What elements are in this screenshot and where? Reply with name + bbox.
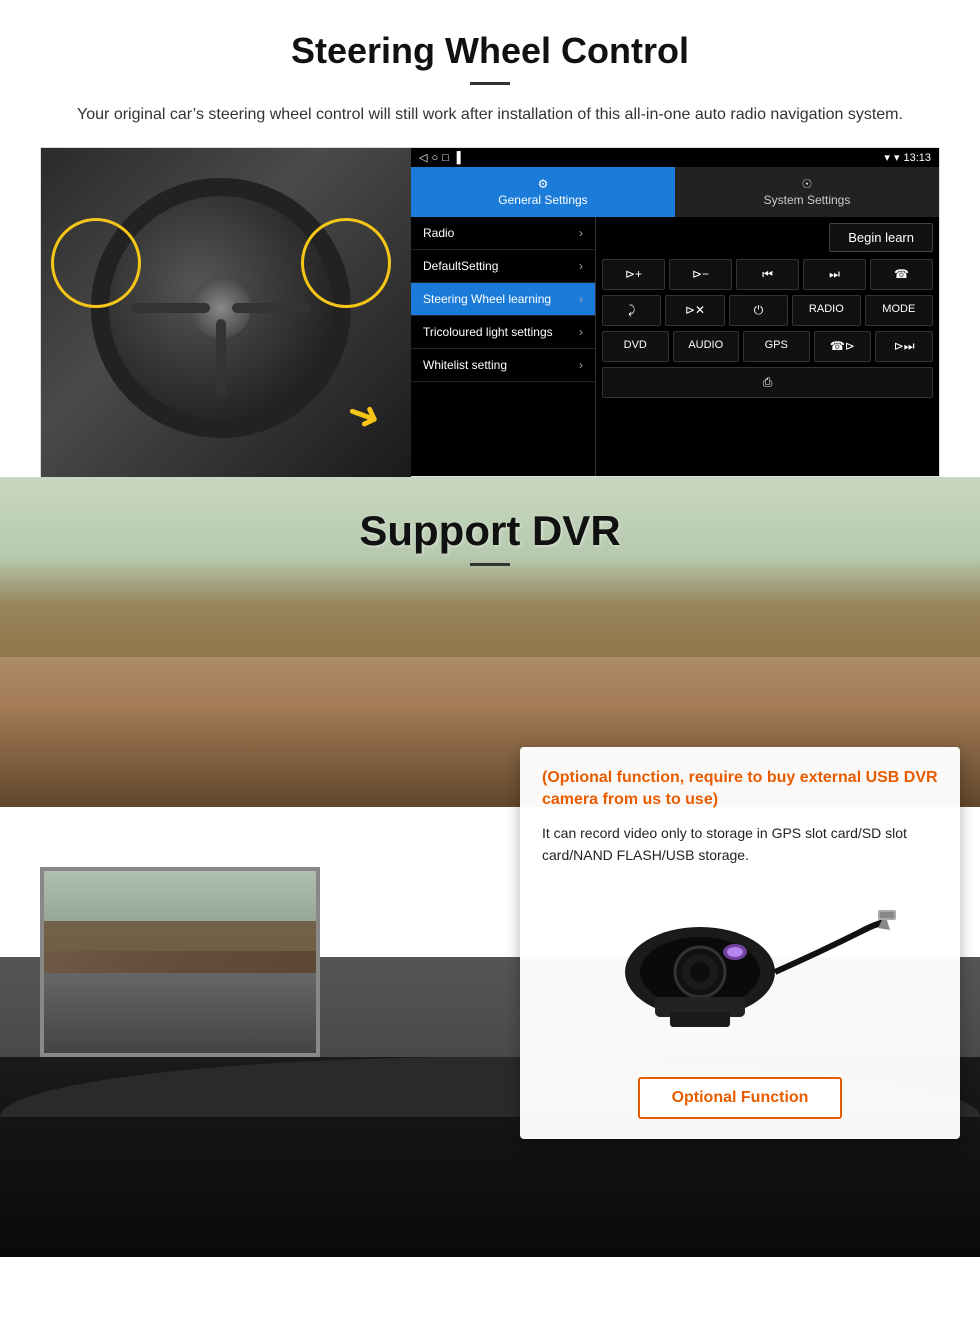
menu-default-setting[interactable]: DefaultSetting › bbox=[411, 250, 595, 283]
mute-button[interactable]: ⊳✕ bbox=[665, 295, 724, 326]
steering-controls-area: Begin learn ⊳+ ⊳− ⏮ ⏭ ☎ ⤸ ⊳✕ ⏻ bbox=[596, 217, 939, 476]
hangup-button[interactable]: ⤸ bbox=[602, 295, 661, 326]
tab-system-settings[interactable]: ☉ System Settings bbox=[675, 167, 939, 217]
dvr-info-card: (Optional function, require to buy exter… bbox=[520, 747, 960, 1139]
tab-general-label: General Settings bbox=[498, 193, 587, 207]
dvr-title-area: Support DVR bbox=[0, 477, 980, 576]
menu-whitelist[interactable]: Whitelist setting › bbox=[411, 349, 595, 382]
highlight-circle-right bbox=[301, 218, 391, 308]
control-row-3: DVD AUDIO GPS ☎⊳ ⊳⏭ bbox=[602, 331, 933, 362]
chevron-right-icon: › bbox=[579, 259, 583, 273]
arrow-indicator: ➜ bbox=[341, 388, 388, 443]
extra-button[interactable]: ⎙ bbox=[602, 367, 933, 398]
highlight-circle-left bbox=[51, 218, 141, 308]
steering-demo: ➜ ◁ ○ □ ▐ ▾ ▾ 13:13 ⚙ General Settings bbox=[40, 147, 940, 477]
dvr-divider bbox=[470, 563, 510, 566]
android-statusbar: ◁ ○ □ ▐ ▾ ▾ 13:13 bbox=[411, 148, 939, 167]
wheel-ring bbox=[91, 178, 351, 438]
optional-function-button[interactable]: Optional Function bbox=[638, 1077, 843, 1119]
menu-whitelist-label: Whitelist setting bbox=[423, 358, 507, 372]
nav-recent-icon: □ bbox=[442, 152, 449, 164]
phone-next-button[interactable]: ⊳⏭ bbox=[875, 331, 933, 362]
android-menu: Radio › DefaultSetting › Steering Wheel … bbox=[411, 217, 939, 476]
wifi-icon: ▾ bbox=[894, 151, 900, 164]
dvr-title: Support DVR bbox=[0, 507, 980, 555]
title-divider bbox=[470, 82, 510, 85]
chevron-right-icon: › bbox=[579, 292, 583, 306]
gear-icon: ⚙ bbox=[538, 177, 549, 191]
chevron-right-icon: › bbox=[579, 226, 583, 240]
prev-button[interactable]: ⏮ bbox=[736, 259, 799, 290]
radio-button[interactable]: RADIO bbox=[792, 295, 860, 326]
begin-learn-button[interactable]: Begin learn bbox=[829, 223, 933, 252]
chevron-right-icon: › bbox=[579, 325, 583, 339]
control-row-1: ⊳+ ⊳− ⏮ ⏭ ☎ bbox=[602, 259, 933, 290]
nav-menu-icon: ▐ bbox=[453, 152, 461, 164]
dvr-camera-svg bbox=[580, 892, 900, 1052]
spoke-left bbox=[131, 303, 209, 313]
spoke-bottom bbox=[216, 319, 226, 397]
menu-tricoloured-label: Tricoloured light settings bbox=[423, 325, 553, 339]
menu-default-label: DefaultSetting bbox=[423, 259, 498, 273]
menu-radio[interactable]: Radio › bbox=[411, 217, 595, 250]
statusbar-time: 13:13 bbox=[903, 152, 931, 164]
page-title: Steering Wheel Control bbox=[40, 30, 940, 72]
spoke-right bbox=[232, 303, 310, 313]
chevron-right-icon: › bbox=[579, 358, 583, 372]
menu-steering-label: Steering Wheel learning bbox=[423, 292, 551, 306]
gps-button[interactable]: GPS bbox=[743, 331, 810, 362]
vol-up-button[interactable]: ⊳+ bbox=[602, 259, 665, 290]
android-ui-panel: ◁ ○ □ ▐ ▾ ▾ 13:13 ⚙ General Settings ☉ S… bbox=[411, 148, 939, 476]
next-button[interactable]: ⏭ bbox=[803, 259, 866, 290]
dvr-section: Support DVR (Optional function, require … bbox=[0, 477, 980, 1257]
system-icon: ☉ bbox=[802, 177, 813, 191]
dvr-description: It can record video only to storage in G… bbox=[542, 822, 938, 867]
signal-icon: ▾ bbox=[884, 151, 890, 164]
dvd-button[interactable]: DVD bbox=[602, 331, 669, 362]
power-button[interactable]: ⏻ bbox=[729, 295, 788, 326]
dvr-optional-text: (Optional function, require to buy exter… bbox=[542, 767, 938, 812]
menu-steering-wheel-learning[interactable]: Steering Wheel learning › bbox=[411, 283, 595, 316]
android-tabs: ⚙ General Settings ☉ System Settings bbox=[411, 167, 939, 217]
section-subtitle: Your original car’s steering wheel contr… bbox=[40, 103, 940, 127]
thumb-road bbox=[44, 973, 316, 1053]
tab-system-label: System Settings bbox=[764, 193, 851, 207]
nav-back-icon: ◁ bbox=[419, 151, 427, 164]
menu-tricoloured[interactable]: Tricoloured light settings › bbox=[411, 316, 595, 349]
audio-button[interactable]: AUDIO bbox=[673, 331, 740, 362]
phone-prev-button[interactable]: ☎⊳ bbox=[814, 331, 872, 362]
menu-radio-label: Radio bbox=[423, 226, 454, 240]
dvr-camera-image bbox=[542, 882, 938, 1062]
nav-home-icon: ○ bbox=[431, 152, 438, 164]
mode-button[interactable]: MODE bbox=[865, 295, 933, 326]
tab-general-settings[interactable]: ⚙ General Settings bbox=[411, 167, 675, 217]
vol-down-button[interactable]: ⊳− bbox=[669, 259, 732, 290]
steering-section: Steering Wheel Control Your original car… bbox=[0, 0, 980, 477]
control-row-4: ⎙ bbox=[602, 367, 933, 398]
phone-button[interactable]: ☎ bbox=[870, 259, 933, 290]
steering-wheel-image: ➜ bbox=[41, 148, 411, 478]
control-row-2: ⤸ ⊳✕ ⏻ RADIO MODE bbox=[602, 295, 933, 326]
begin-learn-row: Begin learn bbox=[602, 223, 933, 252]
dvr-thumbnail-image bbox=[40, 867, 320, 1057]
settings-menu: Radio › DefaultSetting › Steering Wheel … bbox=[411, 217, 596, 476]
